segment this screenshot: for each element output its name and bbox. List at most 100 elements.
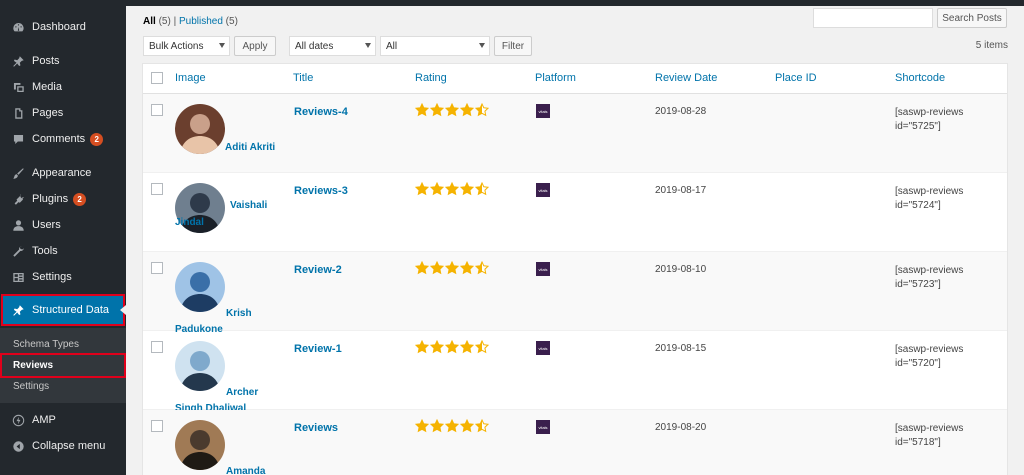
star-half-icon bbox=[475, 103, 489, 117]
row-checkbox[interactable] bbox=[151, 341, 163, 353]
sidebar-item-label: Tools bbox=[32, 245, 58, 257]
star-full-icon bbox=[460, 182, 474, 196]
sidebar-item-label: Structured Data bbox=[32, 304, 110, 316]
shortcode: [saswp-reviews id="5720"] bbox=[895, 343, 963, 371]
sidebar-item-label: Comments bbox=[32, 133, 86, 145]
status-views: All (5) | Published (5) bbox=[143, 16, 238, 27]
sidebar-item-label: Plugins bbox=[32, 193, 69, 205]
reviewer-name-line1: Archer bbox=[226, 387, 259, 398]
shortcode-line2: id="5718"] bbox=[895, 437, 941, 448]
plugins-count-badge: 2 bbox=[73, 192, 87, 206]
wrench-icon bbox=[11, 244, 25, 258]
review-date: 2019-08-17 bbox=[655, 185, 707, 196]
submenu-item-reviews[interactable]: Reviews bbox=[0, 353, 126, 378]
table-row: Vaishali Jindal Reviews-3 vitals 2019-08… bbox=[143, 173, 1007, 252]
review-title-link[interactable]: Review-2 bbox=[294, 264, 342, 276]
star-full-icon bbox=[445, 103, 459, 117]
brush-icon bbox=[11, 166, 25, 180]
row-checkbox[interactable] bbox=[151, 183, 163, 195]
reviewer-name-line1: Krish bbox=[226, 308, 252, 319]
row-checkbox[interactable] bbox=[151, 420, 163, 432]
review-date: 2019-08-20 bbox=[655, 422, 707, 433]
shortcode-line2: id="5723"] bbox=[895, 279, 941, 290]
star-full-icon bbox=[430, 419, 444, 433]
view-published-link[interactable]: Published (5) bbox=[179, 16, 238, 27]
table-row: Krish Padukone Review-2 vitals 2019-08-1… bbox=[143, 252, 1007, 335]
submenu-item-settings[interactable]: Settings bbox=[0, 376, 126, 397]
sidebar-item-label: Media bbox=[32, 81, 62, 93]
filter-button[interactable]: Filter bbox=[494, 36, 532, 56]
sidebar-item-posts[interactable]: Posts bbox=[0, 48, 126, 74]
column-platform[interactable]: Platform bbox=[535, 72, 576, 84]
settings-icon bbox=[11, 270, 25, 284]
apply-button[interactable]: Apply bbox=[234, 36, 276, 56]
pushpin-icon bbox=[11, 54, 25, 68]
sidebar-item-amp[interactable]: AMP bbox=[0, 407, 126, 433]
row-checkbox[interactable] bbox=[151, 262, 163, 274]
sidebar-item-comments[interactable]: Comments 2 bbox=[0, 126, 126, 152]
shortcode-line1: [saswp-reviews bbox=[895, 186, 964, 197]
platform-select[interactable]: All bbox=[380, 36, 490, 56]
shortcode-line2: id="5724"] bbox=[895, 200, 941, 211]
review-title-link[interactable]: Review-1 bbox=[294, 343, 342, 355]
main-content: All (5) | Published (5) Search Posts Bul… bbox=[126, 6, 1024, 475]
reviewer-avatar bbox=[175, 420, 225, 470]
column-place-id[interactable]: Place ID bbox=[775, 72, 817, 84]
sidebar-item-structured-data[interactable]: Structured Data bbox=[1, 294, 126, 326]
submenu-item-schema-types[interactable]: Schema Types bbox=[0, 334, 126, 355]
sidebar-item-pages[interactable]: Pages bbox=[0, 100, 126, 126]
column-shortcode[interactable]: Shortcode bbox=[895, 72, 945, 84]
shortcode-line2: id="5720"] bbox=[895, 358, 941, 369]
view-all-link[interactable]: All (5) bbox=[143, 16, 171, 27]
rating-stars bbox=[415, 103, 489, 117]
row-checkbox[interactable] bbox=[151, 104, 163, 116]
table-row: Aditi Akriti Reviews-4 vitals 2019-08-28… bbox=[143, 94, 1007, 173]
bulk-actions-select[interactable]: Bulk Actions bbox=[143, 36, 230, 56]
sidebar-item-plugins[interactable]: Plugins 2 bbox=[0, 186, 126, 212]
star-half-icon bbox=[475, 419, 489, 433]
user-icon bbox=[11, 218, 25, 232]
review-title-link[interactable]: Reviews bbox=[294, 422, 338, 434]
shortcode: [saswp-reviews id="5723"] bbox=[895, 264, 963, 292]
view-published-count: (5) bbox=[225, 16, 238, 27]
sidebar-item-label: Users bbox=[32, 219, 61, 231]
collapse-menu-button[interactable]: Collapse menu bbox=[0, 433, 126, 459]
review-title-link[interactable]: Reviews-4 bbox=[294, 106, 348, 118]
table-body: Aditi Akriti Reviews-4 vitals 2019-08-28… bbox=[143, 94, 1007, 475]
star-full-icon bbox=[430, 340, 444, 354]
star-full-icon bbox=[415, 182, 429, 196]
dates-select[interactable]: All dates bbox=[289, 36, 376, 56]
sidebar-item-appearance[interactable]: Appearance bbox=[0, 160, 126, 186]
search-input[interactable] bbox=[813, 8, 933, 28]
sidebar-item-users[interactable]: Users bbox=[0, 212, 126, 238]
sidebar-item-media[interactable]: Media bbox=[0, 74, 126, 100]
pushpin-icon bbox=[11, 303, 25, 317]
search-posts-button[interactable]: Search Posts bbox=[937, 8, 1007, 28]
media-icon bbox=[11, 80, 25, 94]
comment-icon bbox=[11, 132, 25, 146]
collapse-icon bbox=[11, 439, 25, 453]
sidebar-item-label: AMP bbox=[32, 414, 56, 426]
star-full-icon bbox=[445, 340, 459, 354]
column-review-date[interactable]: Review Date bbox=[655, 72, 717, 84]
column-title[interactable]: Title bbox=[293, 72, 313, 84]
sidebar-item-settings[interactable]: Settings bbox=[0, 264, 126, 290]
select-all-checkbox[interactable] bbox=[151, 72, 163, 84]
platform-vitals-icon: vitals bbox=[536, 183, 550, 197]
star-full-icon bbox=[430, 261, 444, 275]
reviewer-name-line2: Jindal bbox=[175, 217, 204, 228]
review-title-link[interactable]: Reviews-3 bbox=[294, 185, 348, 197]
shortcode-line1: [saswp-reviews bbox=[895, 107, 964, 118]
sidebar-item-dashboard[interactable]: Dashboard bbox=[0, 14, 126, 40]
star-full-icon bbox=[445, 419, 459, 433]
column-rating[interactable]: Rating bbox=[415, 72, 447, 84]
column-image[interactable]: Image bbox=[175, 72, 206, 84]
star-full-icon bbox=[415, 261, 429, 275]
sidebar-item-tools[interactable]: Tools bbox=[0, 238, 126, 264]
reviewer-avatar bbox=[175, 341, 225, 391]
chevron-down-icon bbox=[479, 43, 485, 48]
shortcode-line2: id="5725"] bbox=[895, 121, 941, 132]
sidebar-item-label: Posts bbox=[32, 55, 60, 67]
star-half-icon bbox=[475, 261, 489, 275]
dates-value: All dates bbox=[295, 40, 334, 52]
